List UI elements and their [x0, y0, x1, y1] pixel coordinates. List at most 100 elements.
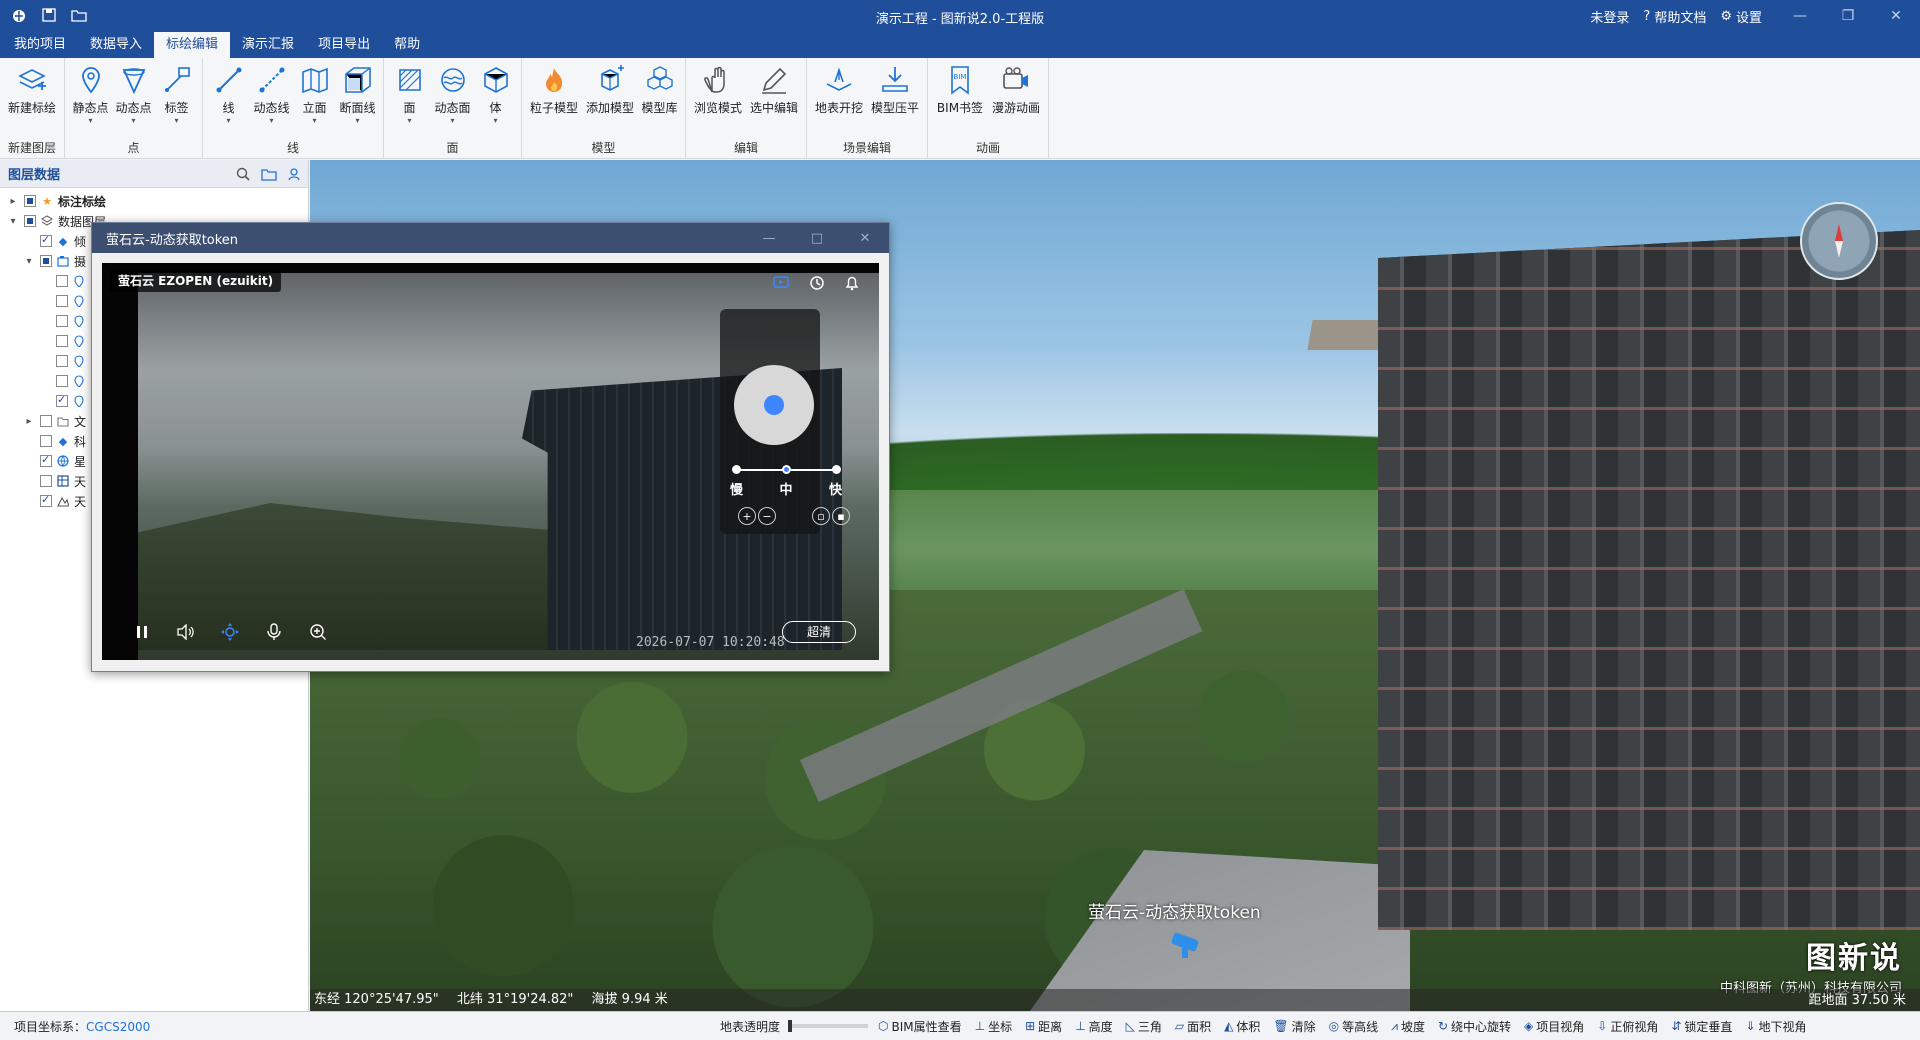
- video-dialog: 萤石云-动态获取token — □ ✕ 萤石云 EZOPEN (ezuikit)…: [91, 222, 890, 672]
- zoom-in-icon[interactable]: +: [738, 507, 756, 525]
- menu-5[interactable]: 帮助: [382, 32, 432, 58]
- ptz-joystick-knob[interactable]: [764, 395, 784, 415]
- status-tool-13[interactable]: ⇵ 锁定垂直: [1671, 1018, 1732, 1035]
- chevron-down-icon[interactable]: ▾: [407, 117, 411, 125]
- video-dialog-titlebar[interactable]: 萤石云-动态获取token — □ ✕: [92, 223, 889, 253]
- camera-marker-icon[interactable]: [1168, 930, 1208, 963]
- add-folder-icon[interactable]: [256, 167, 282, 181]
- user-search-icon[interactable]: [282, 167, 308, 181]
- focus-far-icon[interactable]: ▪: [832, 507, 850, 525]
- digital-zoom-icon[interactable]: [306, 620, 330, 644]
- help-docs-link[interactable]: ? 帮助文档: [1643, 7, 1706, 26]
- quality-button[interactable]: 超清: [782, 621, 856, 643]
- layer-checkbox[interactable]: [40, 435, 52, 447]
- status-tool-5[interactable]: ▱ 面积: [1175, 1018, 1211, 1035]
- status-tool-12[interactable]: ⇩ 正俯视角: [1597, 1018, 1658, 1035]
- diamond-icon: ◆: [58, 234, 68, 248]
- layer-checkbox[interactable]: [40, 415, 52, 427]
- status-tool-11[interactable]: ◈ 项目视角: [1524, 1018, 1584, 1035]
- minimize-button[interactable]: —: [1776, 0, 1824, 32]
- settings-link[interactable]: ⚙ 设置: [1720, 7, 1762, 26]
- chevron-down-icon[interactable]: ▾: [226, 117, 230, 125]
- status-tool-14[interactable]: ⇓ 地下视角: [1745, 1018, 1806, 1035]
- status-tool-2[interactable]: ⊞ 距离: [1025, 1018, 1062, 1035]
- login-link[interactable]: 未登录: [1590, 7, 1629, 26]
- status-tool-label: 高度: [1088, 1019, 1113, 1034]
- layer-checkbox[interactable]: [40, 453, 52, 467]
- layer-checkbox[interactable]: [40, 255, 52, 267]
- ribbon-group-name: 面: [446, 141, 459, 155]
- expand-arrow-icon[interactable]: ▸: [6, 196, 20, 207]
- layer-checkbox[interactable]: [56, 355, 68, 367]
- chevron-down-icon[interactable]: ▾: [269, 117, 273, 125]
- bell-icon[interactable]: [845, 275, 859, 294]
- layer-checkbox[interactable]: [56, 375, 68, 387]
- menu-2[interactable]: 标绘编辑: [154, 32, 231, 58]
- chevron-down-icon[interactable]: ▾: [493, 117, 497, 125]
- status-tool-label: 清除: [1291, 1019, 1316, 1034]
- player-tag: 萤石云 EZOPEN (ezuikit): [110, 269, 282, 292]
- layer-checkbox[interactable]: [56, 315, 68, 327]
- status-tool-4[interactable]: ◺ 三角: [1126, 1018, 1162, 1035]
- playback-clock-icon[interactable]: [809, 275, 825, 294]
- volume-icon[interactable]: [174, 620, 198, 644]
- tree-row[interactable]: ▸ ★ 标注标绘: [0, 191, 308, 211]
- zoom-out-icon[interactable]: −: [758, 507, 776, 525]
- dialog-close-button[interactable]: ✕: [841, 231, 889, 246]
- layer-checkbox[interactable]: [40, 493, 52, 507]
- chevron-down-icon[interactable]: ▾: [355, 117, 359, 125]
- pause-icon[interactable]: [130, 620, 154, 644]
- video-player[interactable]: 萤石云 EZOPEN (ezuikit) 慢 中 快 + − ▫ ▪ 2026-…: [102, 263, 879, 660]
- chevron-down-icon[interactable]: ▾: [450, 117, 454, 125]
- layer-checkbox[interactable]: [56, 275, 68, 287]
- layer-checkbox[interactable]: [56, 295, 68, 307]
- menu-1[interactable]: 数据导入: [78, 32, 154, 58]
- collapse-arrow-icon[interactable]: ▾: [6, 216, 20, 227]
- status-tool-6[interactable]: ◭ 体积: [1224, 1018, 1260, 1035]
- record-icon[interactable]: [773, 275, 789, 294]
- flatten-icon: [879, 64, 911, 96]
- close-button[interactable]: ✕: [1872, 0, 1920, 32]
- status-tool-3[interactable]: ⊥ 高度: [1075, 1018, 1112, 1035]
- collapse-arrow-icon[interactable]: ▾: [22, 256, 36, 267]
- microphone-icon[interactable]: [262, 620, 286, 644]
- compass-icon[interactable]: [1800, 202, 1878, 280]
- layer-checkbox[interactable]: [56, 393, 68, 407]
- crs-value[interactable]: CGCS2000: [86, 1020, 150, 1034]
- ptz-icon[interactable]: [218, 620, 242, 644]
- ribbon-group-7: BIM BIM书签 漫游动画 动画: [928, 58, 1049, 159]
- chevron-down-icon[interactable]: ▾: [88, 117, 92, 125]
- chevron-down-icon[interactable]: ▾: [174, 117, 178, 125]
- ribbon-button-label: 动态点: [115, 101, 152, 115]
- menu-3[interactable]: 演示汇报: [230, 32, 306, 58]
- status-tool-9[interactable]: ⩘ 坡度: [1391, 1018, 1425, 1035]
- status-tool-label: 项目视角: [1536, 1019, 1585, 1034]
- menu-4[interactable]: 项目导出: [306, 32, 382, 58]
- layer-checkbox[interactable]: [24, 195, 36, 207]
- expand-arrow-icon[interactable]: ▸: [22, 416, 36, 427]
- layer-checkbox[interactable]: [40, 475, 52, 487]
- dialog-maximize-button[interactable]: □: [793, 231, 841, 246]
- menu-0[interactable]: 我的项目: [2, 32, 78, 58]
- restore-button[interactable]: ❐: [1824, 0, 1872, 32]
- chevron-down-icon[interactable]: ▾: [312, 117, 316, 125]
- layer-checkbox[interactable]: [56, 335, 68, 347]
- status-tool-8[interactable]: ◎ 等高线: [1329, 1018, 1379, 1035]
- status-tool-0[interactable]: ⬡ BIM属性查看: [878, 1018, 962, 1035]
- search-icon[interactable]: [230, 167, 256, 181]
- transparency-slider[interactable]: [788, 1020, 869, 1032]
- ribbon-group-0: 新建标绘 新建图层: [0, 58, 65, 159]
- speed-slow-label: 慢: [730, 483, 744, 498]
- dialog-minimize-button[interactable]: —: [745, 231, 793, 246]
- status-tool-10[interactable]: ↻ 绕中心旋转: [1438, 1018, 1511, 1035]
- status-tool-7[interactable]: 🗑 清除: [1273, 1018, 1315, 1035]
- chevron-down-icon[interactable]: ▾: [131, 117, 135, 125]
- ptz-joystick[interactable]: [734, 365, 814, 445]
- layer-checkbox[interactable]: [40, 233, 52, 247]
- layer-checkbox[interactable]: [24, 215, 36, 227]
- focus-near-icon[interactable]: ▫: [812, 507, 830, 525]
- status-tool-1[interactable]: ⊥ 坐标: [975, 1018, 1012, 1035]
- ribbon-group-1: 静态点 ▾ 动态点 ▾ 标签 ▾ 点: [65, 58, 203, 159]
- camera-marker-label[interactable]: 萤石云-动态获取token: [1088, 898, 1261, 923]
- brand-watermark: 图新说 中科图新（苏州）科技有限公司: [1720, 933, 1902, 996]
